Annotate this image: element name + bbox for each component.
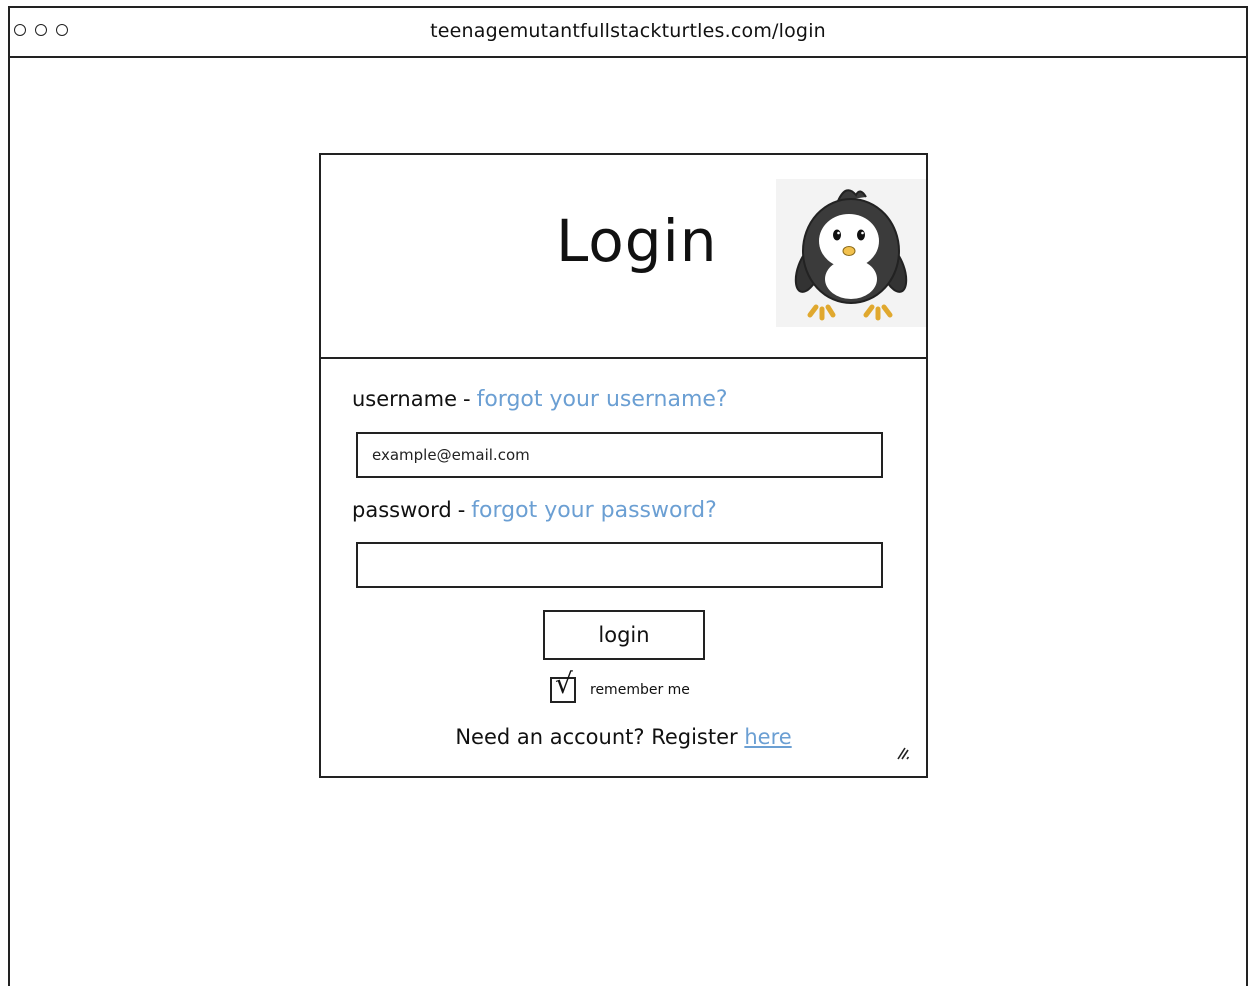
- register-here-link[interactable]: here: [744, 725, 791, 749]
- remember-me-label: remember me: [590, 682, 690, 698]
- card-header: Login: [321, 155, 926, 359]
- username-label-row: username - forgot your username?: [352, 387, 728, 412]
- register-prompt-text: Need an account? Register: [455, 725, 738, 749]
- login-card: Login username - forgot your username? e…: [319, 153, 928, 778]
- password-input[interactable]: [356, 542, 883, 588]
- address-bar: teenagemutantfullstackturtles.com/login: [10, 8, 1246, 58]
- checkmark-icon: √: [555, 667, 573, 700]
- forgot-username-link[interactable]: forgot your username?: [477, 387, 728, 412]
- remember-me-checkbox[interactable]: √: [550, 670, 576, 703]
- penguin-icon: [776, 179, 926, 327]
- register-prompt: Need an account? Register here: [321, 725, 926, 749]
- username-label: username: [352, 387, 457, 411]
- password-label: password: [352, 498, 452, 522]
- password-label-separator: -: [457, 498, 466, 522]
- password-label-row: password - forgot your password?: [352, 498, 717, 523]
- username-label-separator: -: [463, 387, 471, 411]
- url-text[interactable]: teenagemutantfullstackturtles.com/login: [10, 20, 1246, 42]
- username-input[interactable]: [356, 432, 883, 478]
- resize-grip-icon[interactable]: [896, 746, 910, 760]
- page-title: Login: [556, 207, 718, 275]
- remember-me-row: √ remember me: [550, 670, 690, 703]
- forgot-password-link[interactable]: forgot your password?: [471, 498, 717, 523]
- login-button[interactable]: login: [543, 610, 705, 660]
